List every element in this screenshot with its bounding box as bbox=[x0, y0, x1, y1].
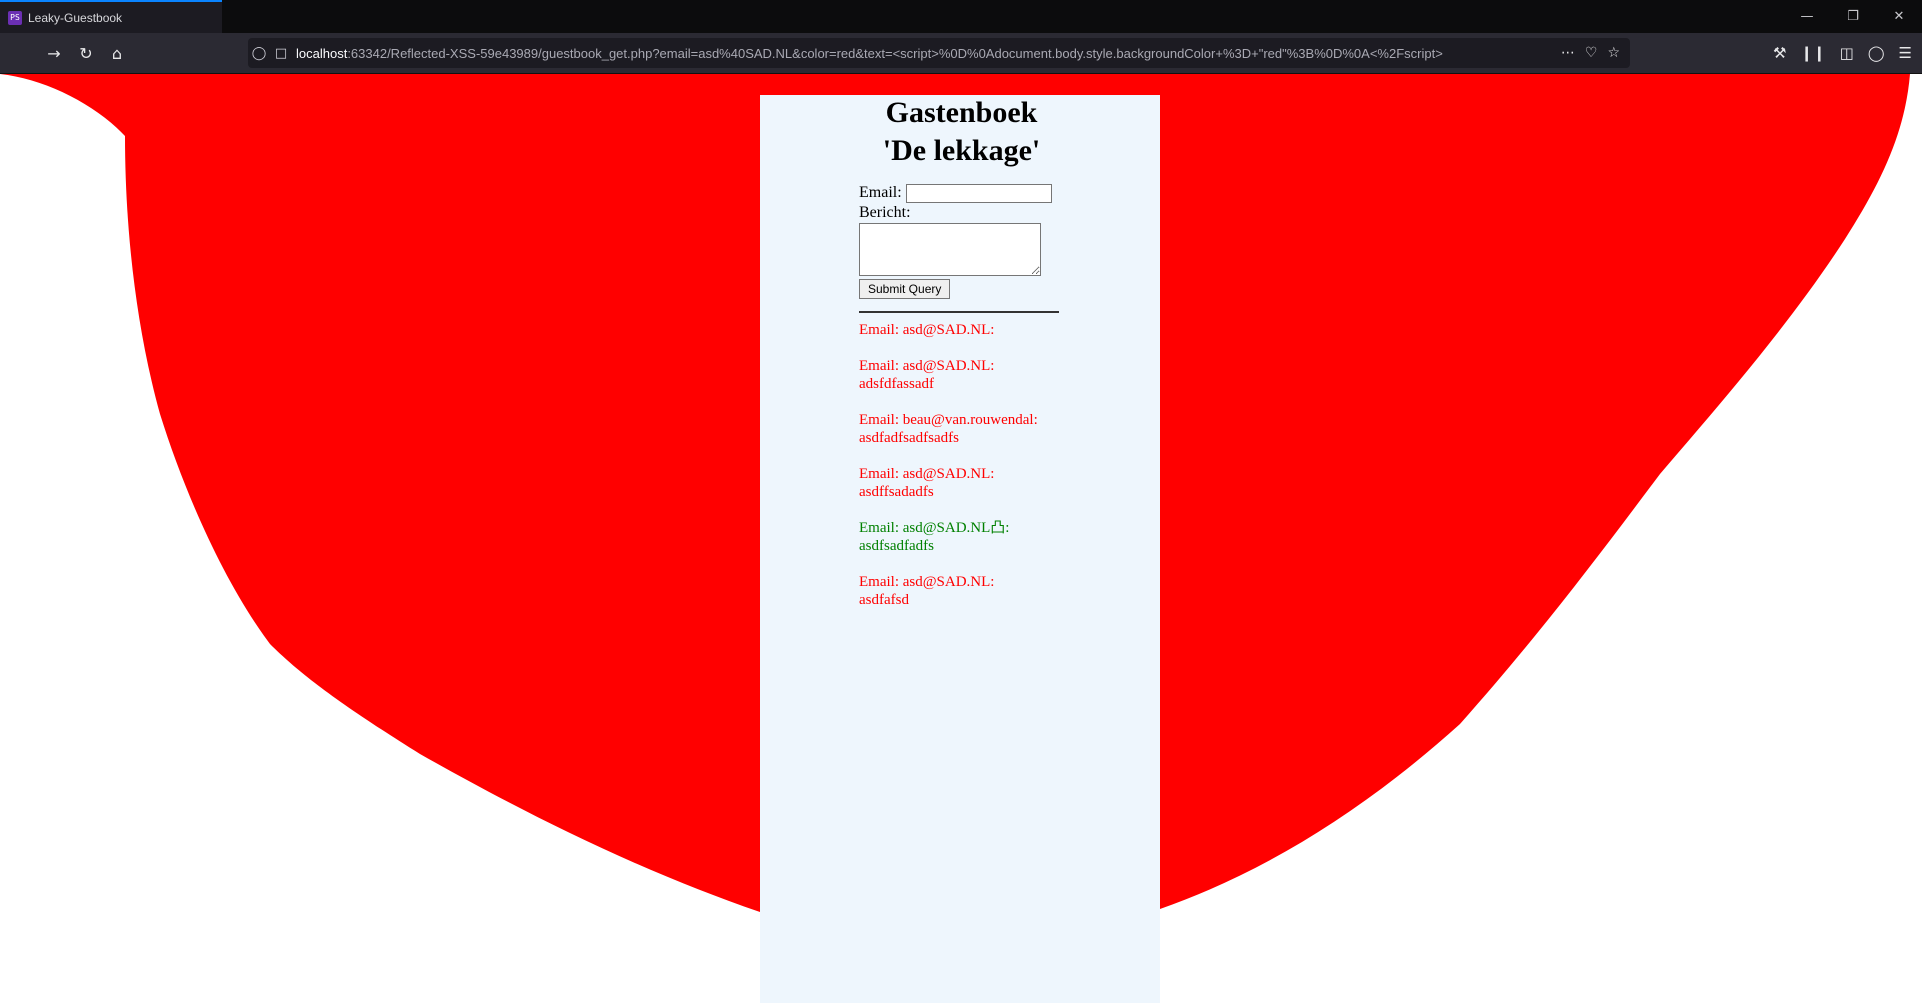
list-item: Email: asd@SAD.NL: asdfafsd bbox=[859, 573, 1079, 609]
restore-icon[interactable]: ❐ bbox=[1830, 0, 1876, 33]
entry-message: adsfdfassadf bbox=[859, 376, 934, 392]
email-field[interactable] bbox=[905, 183, 1052, 203]
pocket-icon[interactable]: ♡ bbox=[1585, 45, 1598, 61]
divider bbox=[859, 311, 1059, 313]
browser-navbar: → ↻ ⌂ ◯ □ localhost:63342/Reflected-XSS-… bbox=[0, 33, 1922, 74]
entry-email: Email: asd@SAD.NL: bbox=[859, 574, 995, 590]
home-icon[interactable]: ⌂ bbox=[103, 39, 131, 67]
library-icon[interactable]: ❙❙ bbox=[1800, 44, 1825, 62]
wrench-icon[interactable]: ⚒ bbox=[1773, 44, 1786, 62]
entry-email: Email: asd@SAD.NL凸: bbox=[859, 520, 1010, 536]
title-line-2: 'De lekkage' bbox=[882, 134, 1041, 167]
url-path: :63342/Reflected-XSS-59e43989/guestbook_… bbox=[347, 45, 1443, 61]
more-actions-icon[interactable]: ⋯ bbox=[1561, 45, 1575, 61]
list-item: Email: asd@SAD.NL: bbox=[859, 321, 1079, 339]
entry-message: asdfafsd bbox=[859, 592, 909, 608]
entry-message: asdfsadfadfs bbox=[859, 538, 934, 554]
submit-button[interactable]: Submit Query bbox=[859, 279, 951, 299]
email-label: Email: bbox=[859, 184, 902, 201]
browser-titlebar: PS Leaky-Guestbook — ❐ ✕ bbox=[0, 0, 1922, 33]
close-icon[interactable]: ✕ bbox=[1876, 0, 1922, 33]
back-arrow-icon[interactable]: → bbox=[40, 39, 68, 67]
list-item: Email: asd@SAD.NL凸: asdfsadfadfs bbox=[859, 519, 1079, 555]
url-actions: ⋯ ♡ ☆ bbox=[1561, 45, 1630, 61]
url-bar[interactable]: ◯ □ localhost:63342/Reflected-XSS-59e439… bbox=[248, 38, 1630, 68]
window-controls: — ❐ ✕ bbox=[1784, 0, 1922, 33]
browser-tab[interactable]: PS Leaky-Guestbook bbox=[0, 0, 222, 33]
bookmark-star-icon[interactable]: ☆ bbox=[1607, 45, 1620, 61]
entry-email: Email: asd@SAD.NL: bbox=[859, 322, 995, 338]
tab-favicon-icon: PS bbox=[8, 10, 22, 25]
minimize-icon[interactable]: — bbox=[1784, 0, 1830, 33]
page-title: Gastenboek 'De lekkage' bbox=[859, 94, 1064, 170]
list-item: Email: asd@SAD.NL: asdffsadadfs bbox=[859, 465, 1079, 501]
account-icon[interactable]: ◯ bbox=[1868, 44, 1885, 62]
tab-title: Leaky-Guestbook bbox=[28, 10, 123, 25]
list-item: Email: asd@SAD.NL: adsfdfassadf bbox=[859, 357, 1079, 393]
guestbook-content: Gastenboek 'De lekkage' Email: Bericht: … bbox=[859, 94, 1079, 627]
entry-email: Email: beau@van.rouwendal: bbox=[859, 412, 1038, 428]
list-item: Email: beau@van.rouwendal: asdfadfsadfsad… bbox=[859, 411, 1079, 447]
toolbar-icons: ⚒ ❙❙ ◫ ◯ ☰ bbox=[1773, 33, 1912, 73]
page-info-icon[interactable]: □ bbox=[270, 46, 292, 61]
tracking-protection-icon[interactable]: ◯ bbox=[248, 46, 270, 61]
message-field[interactable] bbox=[859, 223, 1041, 276]
title-line-1: Gastenboek bbox=[885, 96, 1038, 129]
url-text[interactable]: localhost:63342/Reflected-XSS-59e43989/g… bbox=[292, 46, 1561, 61]
reload-icon[interactable]: ↻ bbox=[72, 39, 100, 67]
entry-message: asdfadfsadfsadfs bbox=[859, 430, 959, 446]
url-host: localhost bbox=[296, 45, 348, 61]
page-viewport: Gastenboek 'De lekkage' Email: Bericht: … bbox=[0, 74, 1922, 1003]
email-row: Email: bbox=[859, 182, 1079, 204]
sidebar-icon[interactable]: ◫ bbox=[1840, 44, 1854, 62]
message-label: Bericht: bbox=[859, 204, 911, 221]
guestbook-form: Email: Bericht: Submit Query bbox=[859, 182, 1079, 299]
entry-email: Email: asd@SAD.NL: bbox=[859, 358, 995, 374]
entry-email: Email: asd@SAD.NL: bbox=[859, 466, 995, 482]
entry-message: asdffsadadfs bbox=[859, 484, 934, 500]
guestbook-entries: Email: asd@SAD.NL: Email: asd@SAD.NL: adsf… bbox=[859, 321, 1079, 609]
hamburger-menu-icon[interactable]: ☰ bbox=[1899, 44, 1912, 62]
